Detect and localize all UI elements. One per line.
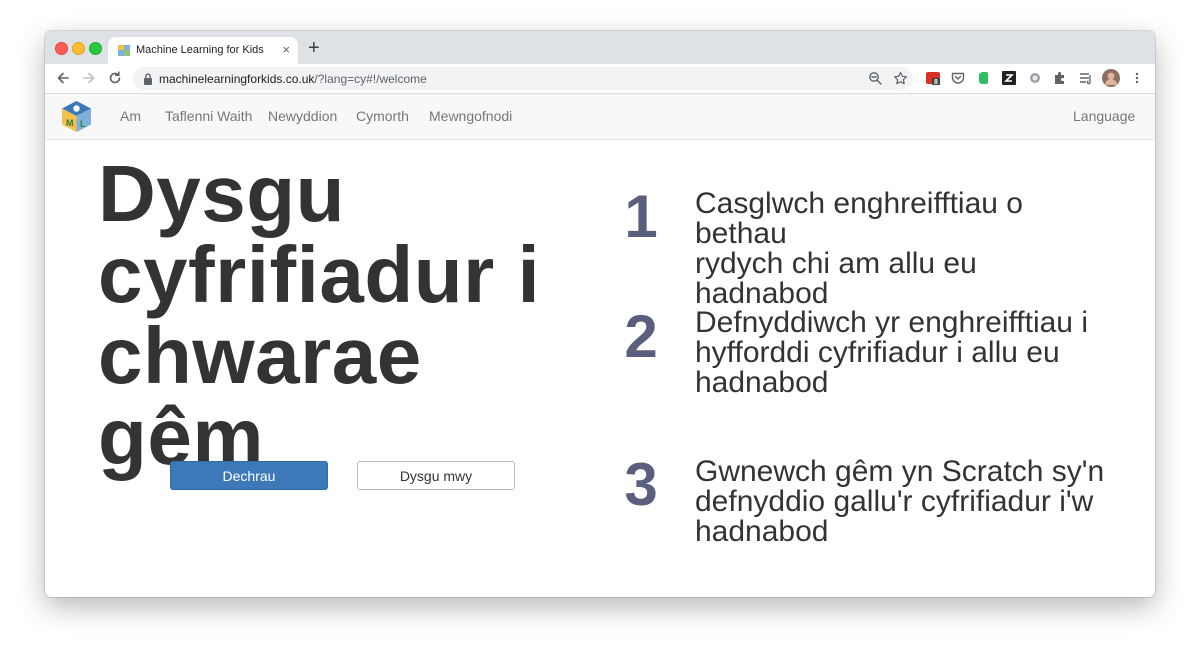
extensions-puzzle-icon[interactable] — [1053, 71, 1067, 85]
tab-title: Machine Learning for Kids — [136, 44, 264, 56]
evernote-icon[interactable] — [976, 71, 990, 85]
close-window-button[interactable] — [55, 42, 68, 55]
language-menu[interactable]: Language — [1073, 108, 1135, 124]
lock-icon[interactable] — [142, 72, 154, 86]
close-tab-icon[interactable]: × — [282, 42, 290, 58]
ml-cube-logo-icon[interactable]: M L — [60, 99, 93, 134]
step-2-line-2: hyfforddi cyfrifiadur i allu eu — [695, 336, 1060, 369]
nav-item-worksheets[interactable]: Taflenni Waith — [165, 108, 252, 124]
step-1-line-1: Casglwch enghreifftiau o bethau — [695, 187, 1023, 250]
url-text: machinelearningforkids.co.uk/?lang=cy#!/… — [159, 72, 427, 86]
browser-window: Machine Learning for Kids × + machinelea… — [45, 31, 1155, 597]
zotero-icon[interactable] — [1002, 71, 1016, 85]
svg-text:M: M — [66, 118, 74, 128]
nav-item-login[interactable]: Mewngofnodi — [429, 108, 512, 124]
page-headline: Dysgu cyfrifiadur i chwarae gêm — [98, 153, 598, 477]
browser-tab[interactable]: Machine Learning for Kids × — [108, 37, 298, 64]
new-tab-button[interactable]: + — [308, 38, 320, 58]
circle-extension-icon[interactable] — [1028, 71, 1042, 85]
step-3-number: 3 — [624, 451, 658, 518]
browser-toolbar: machinelearningforkids.co.uk/?lang=cy#!/… — [45, 64, 1155, 94]
step-3-line-1: Gwnewch gêm yn Scratch sy'n — [695, 455, 1105, 488]
menu-kebab-icon[interactable] — [1130, 71, 1144, 85]
step-2-line-1: Defnyddiwch yr enghreifftiau i — [695, 306, 1088, 339]
step-1-number: 1 — [624, 183, 658, 250]
profile-avatar[interactable] — [1102, 69, 1120, 87]
headline-line-3: chwarae gêm — [98, 311, 422, 481]
minimize-window-button[interactable] — [72, 42, 85, 55]
step-3-line-2: defnyddio gallu'r cyfrifiadur i'w — [695, 485, 1094, 518]
bookmark-star-icon[interactable] — [893, 71, 908, 86]
step-1-text: Casglwch enghreifftiau o bethau rydych c… — [695, 189, 1115, 309]
step-2-number: 2 — [624, 303, 658, 370]
reading-list-icon[interactable] — [1079, 71, 1093, 85]
step-3-text: Gwnewch gêm yn Scratch sy'n defnyddio ga… — [695, 457, 1115, 547]
reload-icon[interactable] — [106, 69, 124, 87]
headline-line-2: cyfrifiadur i — [98, 230, 541, 319]
url-host: machinelearningforkids.co.uk — [159, 72, 315, 86]
maximize-window-button[interactable] — [89, 42, 102, 55]
tab-strip: Machine Learning for Kids × + — [45, 31, 1155, 64]
favicon-icon — [118, 45, 130, 56]
step-1-line-2: rydych chi am allu eu hadnabod — [695, 247, 977, 310]
start-button[interactable]: Dechrau — [170, 461, 328, 490]
nav-item-help[interactable]: Cymorth — [356, 108, 409, 124]
headline-line-1: Dysgu — [98, 149, 345, 238]
step-2-line-3: hadnabod — [695, 366, 829, 399]
step-3-line-3: hadnabod — [695, 515, 829, 548]
zoom-icon[interactable] — [868, 71, 883, 86]
address-bar[interactable]: machinelearningforkids.co.uk/?lang=cy#!/… — [133, 67, 913, 90]
extension-badge: 8 — [934, 79, 938, 86]
back-icon[interactable] — [54, 69, 72, 87]
nav-item-news[interactable]: Newyddion — [268, 108, 337, 124]
site-navbar: M L Am Taflenni Waith Newyddion Cymorth … — [45, 94, 1155, 140]
forward-icon[interactable] — [80, 69, 98, 87]
nav-item-about[interactable]: Am — [120, 108, 141, 124]
learn-more-button[interactable]: Dysgu mwy — [357, 461, 515, 490]
step-2-text: Defnyddiwch yr enghreifftiau i hyfforddi… — [695, 308, 1115, 398]
svg-text:L: L — [80, 119, 86, 129]
pocket-icon[interactable] — [951, 71, 965, 85]
url-path: /?lang=cy#!/welcome — [314, 72, 427, 86]
